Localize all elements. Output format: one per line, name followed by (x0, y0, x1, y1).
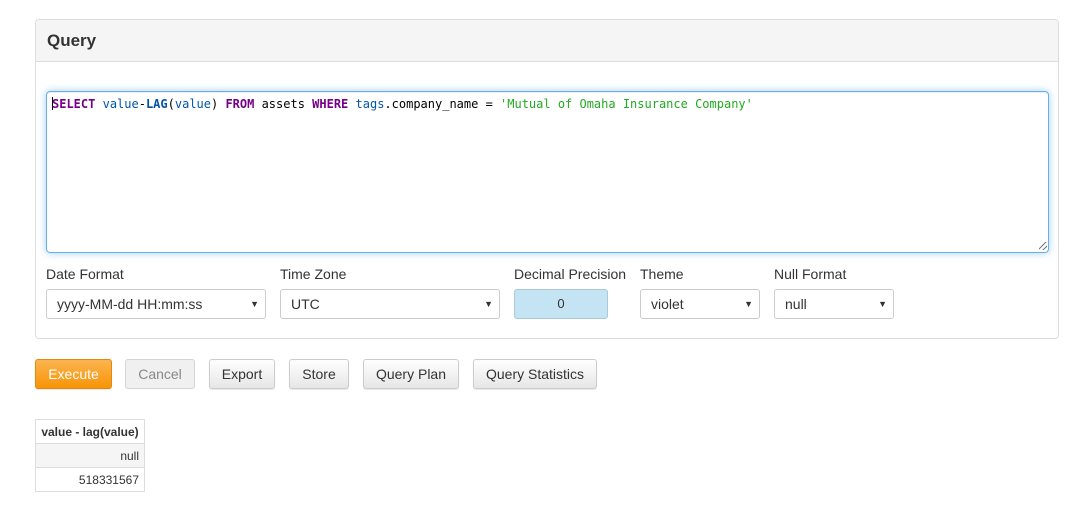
query-editor[interactable]: SELECT value-LAG(value) FROM assets WHER… (46, 91, 1049, 253)
table-cell: 518331567 (35, 467, 145, 492)
resize-grip-icon[interactable] (1039, 242, 1047, 250)
query-token-kw: FROM (225, 97, 255, 111)
date-format-value: yyyy-MM-dd HH:mm:ss (57, 296, 203, 312)
null-format-field: Null Format null ▼ (774, 264, 894, 319)
query-token-plain: .company_name = (384, 97, 501, 111)
time-zone-select[interactable]: UTC ▼ (280, 289, 500, 319)
query-statistics-button[interactable]: Query Statistics (473, 359, 597, 389)
chevron-down-icon: ▼ (878, 299, 887, 309)
time-zone-label: Time Zone (280, 266, 347, 282)
query-token-plain (95, 97, 102, 111)
decimal-precision-label: Decimal Precision (514, 266, 627, 282)
cancel-button[interactable]: Cancel (125, 359, 195, 389)
decimal-precision-field: Decimal Precision 0 (514, 264, 629, 319)
store-button[interactable]: Store (289, 359, 349, 389)
query-token-plain: - (138, 97, 146, 111)
query-token-kw: WHERE (312, 97, 349, 111)
query-token-plain: assets (254, 97, 313, 111)
export-button[interactable]: Export (209, 359, 275, 389)
null-format-value: null (785, 296, 807, 312)
query-token-fn: LAG (145, 97, 168, 111)
date-format-field: Date Format yyyy-MM-dd HH:mm:ss ▼ (46, 264, 266, 319)
decimal-precision-input[interactable]: 0 (514, 289, 608, 319)
null-format-select[interactable]: null ▼ (774, 289, 894, 319)
query-token-var: value (174, 97, 211, 111)
null-format-label: Null Format (774, 266, 847, 282)
execute-button[interactable]: Execute (35, 359, 112, 389)
chevron-down-icon: ▼ (250, 299, 259, 309)
table-row: 518331567 (35, 467, 145, 492)
time-zone-value: UTC (291, 296, 320, 312)
query-token-var: value (102, 97, 139, 111)
time-zone-field: Time Zone UTC ▼ (280, 264, 500, 319)
theme-value: violet (651, 296, 684, 312)
table-cell: null (35, 443, 145, 468)
theme-field: Theme violet ▼ (640, 264, 760, 319)
query-token-plain (348, 97, 355, 111)
column-header: value - lag(value) (35, 419, 145, 444)
results-table: value - lag(value) null 518331567 (35, 419, 145, 492)
query-token-plain: ( (167, 97, 175, 111)
chevron-down-icon: ▼ (484, 299, 493, 309)
query-panel: Query SELECT value-LAG(value) FROM asset… (35, 19, 1059, 339)
theme-select[interactable]: violet ▼ (640, 289, 760, 319)
date-format-label: Date Format (46, 266, 124, 282)
query-plan-button[interactable]: Query Plan (363, 359, 459, 389)
table-header-row: value - lag(value) (35, 419, 145, 444)
query-token-var: tags (355, 97, 385, 111)
chevron-down-icon: ▼ (744, 299, 753, 309)
theme-label: Theme (640, 266, 684, 282)
query-token-kw: SELECT (52, 97, 96, 111)
query-token-plain: ) (211, 97, 226, 111)
query-token-str: 'Mutual of Omaha Insurance Company' (500, 97, 753, 111)
table-row: null (35, 443, 145, 468)
panel-title: Query (36, 20, 1058, 62)
date-format-select[interactable]: yyyy-MM-dd HH:mm:ss ▼ (46, 289, 266, 319)
